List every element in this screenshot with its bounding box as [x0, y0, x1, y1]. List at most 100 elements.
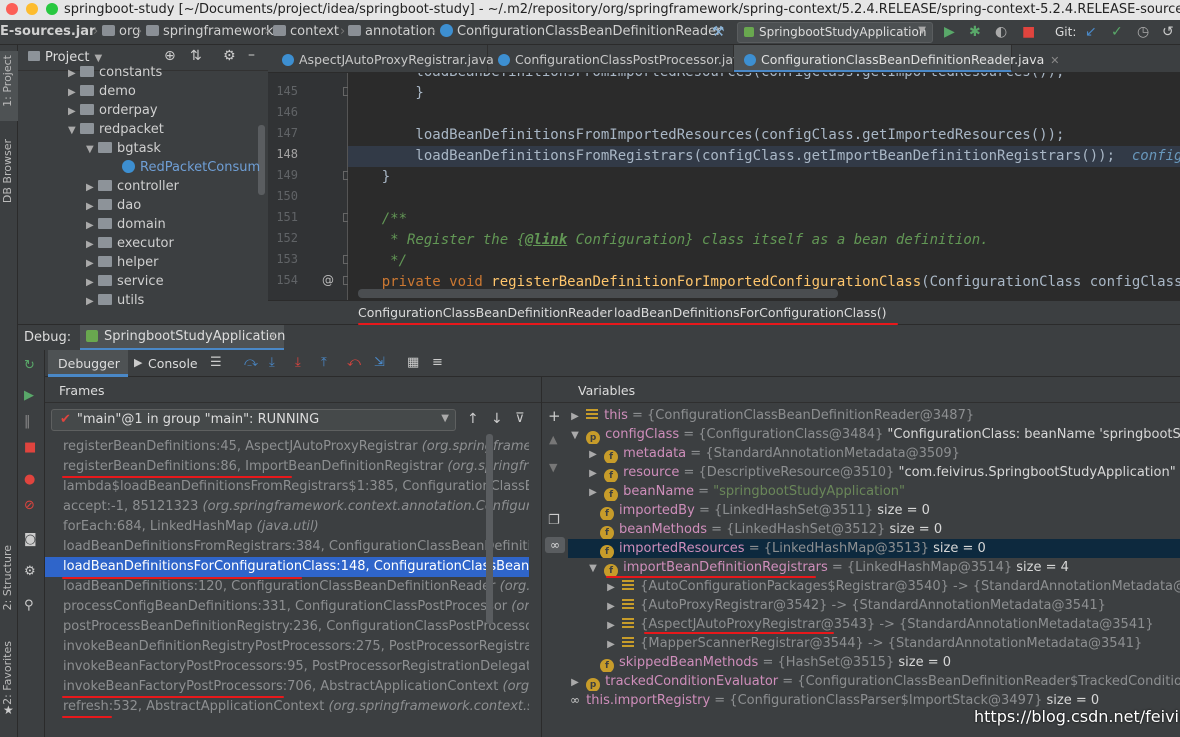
frame-row[interactable]: invokeBeanFactoryPostProcessors:706, Abs… — [45, 677, 529, 697]
git-commit-icon[interactable]: ✓ — [1111, 24, 1123, 40]
view-breakpoints-icon[interactable]: ● — [24, 472, 35, 487]
tree-item-redpacketconsum[interactable]: RedPacketConsum — [122, 160, 260, 179]
variable-row[interactable]: f importedBy = {LinkedHashSet@3511} size … — [568, 501, 1180, 520]
frame-row[interactable]: invokeBeanDefinitionRegistryPostProcesso… — [45, 637, 529, 657]
nav-crumb-springframework[interactable]: springframework — [146, 24, 273, 39]
step-into-icon[interactable]: ⤓ — [269, 355, 275, 370]
show-watches-toggle[interactable]: ∞ — [545, 537, 565, 553]
nav-crumb-class[interactable]: ConfigurationClassBeanDefinitionReader — [440, 24, 721, 39]
more-options-icon[interactable]: ≡ — [432, 355, 443, 370]
db-browser-tool-tab[interactable]: DB Browser — [1, 139, 14, 203]
project-panel-title[interactable]: Project — [45, 50, 89, 65]
frame-row[interactable]: loadBeanDefinitionsFromRegistrars:384, C… — [45, 537, 529, 557]
stop-icon[interactable]: ■ — [1022, 24, 1035, 40]
rerun-icon[interactable]: ↻ — [24, 358, 35, 373]
coverage-icon[interactable]: ◐ — [995, 24, 1007, 40]
frame-row[interactable]: forEach:684, LinkedHashMap (java.util) — [45, 517, 529, 537]
debug-bug-icon[interactable]: ✱ — [969, 24, 981, 40]
frame-row[interactable]: postProcessBeanDefinitionRegistry:236, C… — [45, 617, 529, 637]
variable-row[interactable]: ▶ f resource = {DescriptiveResource@3510}… — [568, 463, 1180, 482]
frame-row[interactable]: invokeBeanFactoryPostProcessors:95, Post… — [45, 657, 529, 677]
gear-icon[interactable]: ⚙ — [24, 564, 36, 579]
variable-row[interactable]: ▶ p trackedConditionEvaluator = {Configur… — [568, 672, 1180, 691]
mute-breakpoints-icon[interactable]: ⊘ — [24, 498, 35, 513]
variable-row[interactable]: ▼ p configClass = {ConfigurationClass@348… — [568, 425, 1180, 444]
variable-row[interactable]: ▶ {AutoProxyRegistrar@3542} -> {Standard… — [568, 596, 1180, 615]
run-icon[interactable]: ▶ — [944, 24, 955, 40]
git-update-icon[interactable]: ↙ — [1085, 24, 1097, 40]
drop-frame-icon[interactable]: ⤺ — [347, 355, 361, 370]
step-out-icon[interactable]: ⤒ — [321, 355, 327, 370]
scroll-down-icon[interactable]: ▼ — [549, 461, 557, 474]
frame-row[interactable]: registerBeanDefinitions:86, ImportBeanDe… — [45, 457, 529, 477]
debug-session-tab[interactable]: SpringbootStudyApplication ✕ — [80, 325, 285, 351]
frames-scrollbar[interactable] — [486, 434, 493, 624]
variable-row[interactable]: ▶ f metadata = {StandardAnnotationMetadat… — [568, 444, 1180, 463]
tree-item-bgtask[interactable]: ▼ bgtask — [86, 141, 161, 160]
frame-row[interactable]: registerBeanDefinitions:45, AspectJAutoP… — [45, 437, 529, 457]
frame-down-icon[interactable]: ↓ — [491, 411, 503, 427]
hide-panel-icon[interactable]: – — [248, 47, 255, 63]
breadcrumb-class[interactable]: ConfigurationClassBeanDefinitionReader — [358, 305, 612, 320]
editor-gutter[interactable]: 145 146 147 148 149 150 151 152 153 154 … — [268, 73, 351, 300]
menu-lines-icon[interactable]: ☰ — [210, 355, 222, 370]
tree-item-dao[interactable]: ▶ dao — [86, 198, 141, 217]
copy-icon[interactable]: ❐ — [548, 513, 560, 528]
tree-item-constants[interactable]: ▶ constants — [68, 65, 162, 84]
nav-crumb-org[interactable]: org — [102, 24, 140, 39]
frame-up-icon[interactable]: ↑ — [467, 411, 479, 427]
step-over-icon[interactable]: ⤼ — [244, 355, 258, 370]
variable-row-selected[interactable]: f importedResources = {LinkedHashMap@3513… — [568, 539, 1180, 558]
frame-row[interactable]: loadBeanDefinitions:120, ConfigurationCl… — [45, 577, 529, 597]
frame-row[interactable]: processConfigBeanDefinitions:331, Config… — [45, 597, 529, 617]
git-revert-icon[interactable]: ↺ — [1162, 24, 1174, 40]
tree-item-utils[interactable]: ▶ utils — [86, 293, 144, 312]
resume-icon[interactable]: ▶ — [24, 388, 34, 403]
variable-row[interactable]: ▼ f importBeanDefinitionRegistrars = {Lin… — [568, 558, 1180, 577]
tree-item-controller[interactable]: ▶ controller — [86, 179, 179, 198]
tree-item-service[interactable]: ▶ service — [86, 274, 164, 293]
camera-icon[interactable]: ◙ — [24, 532, 37, 547]
add-watch-icon[interactable]: + — [548, 407, 561, 425]
nav-crumb-context[interactable]: context — [273, 24, 339, 39]
tab-aspectjautoproxyregistrar[interactable]: AspectJAutoProxyRegistrar.java✕ — [272, 45, 509, 72]
gear-icon[interactable]: ⚙ — [223, 48, 236, 64]
tab-debugger[interactable]: Debugger — [48, 350, 128, 377]
nav-crumb-jar[interactable]: E-sources.jar — [0, 24, 95, 39]
variable-row[interactable]: f skippedBeanMethods = {HashSet@3515} siz… — [568, 653, 1180, 672]
tree-item-helper[interactable]: ▶ helper — [86, 255, 158, 274]
pause-icon[interactable]: ‖ — [24, 414, 31, 429]
frame-row-selected[interactable]: loadBeanDefinitionsForConfigurationClass… — [45, 557, 529, 577]
structure-tool-tab[interactable]: 2: Structure — [1, 545, 14, 610]
frame-row[interactable]: lambda$loadBeanDefinitionsFromRegistrars… — [45, 477, 529, 497]
zoom-window-button[interactable] — [46, 3, 58, 15]
tab-configurationclasspostprocessor[interactable]: ConfigurationClassPostProcessor.java✕ — [488, 45, 763, 72]
editor-horizontal-scrollbar[interactable] — [358, 289, 838, 298]
filter-icon[interactable]: ⊽ — [515, 411, 525, 426]
project-tool-tab[interactable]: 1: Project — [1, 55, 14, 107]
tab-console[interactable]: ▶ Console — [130, 350, 210, 377]
favorites-tool-tab[interactable]: 2: Favorites — [1, 641, 14, 705]
tree-item-executor[interactable]: ▶ executor — [86, 236, 174, 255]
frame-row[interactable]: accept:-1, 85121323 (org.springframework… — [45, 497, 529, 517]
breadcrumb-method[interactable]: loadBeanDefinitionsForConfigurationClass… — [614, 305, 887, 320]
tree-item-redpacket[interactable]: ▼ redpacket — [68, 122, 164, 141]
locate-target-icon[interactable]: ⊕ — [164, 48, 176, 64]
close-icon[interactable]: ✕ — [1050, 54, 1059, 67]
minimize-window-button[interactable] — [26, 3, 38, 15]
run-to-cursor-icon[interactable]: ⇲ — [374, 355, 385, 370]
close-icon[interactable]: ✕ — [268, 330, 277, 343]
variable-row[interactable]: ▶ {AutoConfigurationPackages$Registrar@3… — [568, 577, 1180, 596]
evaluate-table-icon[interactable]: ▦ — [407, 355, 419, 370]
tree-item-demo[interactable]: ▶ demo — [68, 84, 136, 103]
pin-icon[interactable]: ⚲ — [24, 598, 34, 613]
scroll-up-icon[interactable]: ▲ — [549, 433, 557, 446]
stop-icon[interactable]: ■ — [24, 440, 36, 455]
build-hammer-icon[interactable]: ⚒ — [712, 24, 725, 40]
frame-row[interactable]: refresh:532, AbstractApplicationContext … — [45, 697, 529, 717]
close-window-button[interactable] — [6, 3, 18, 15]
force-step-into-icon[interactable]: ⤓ — [295, 355, 301, 370]
override-marker-icon[interactable]: @ — [322, 273, 334, 287]
nav-crumb-annotation[interactable]: annotation — [348, 24, 435, 39]
variable-row[interactable]: ▶ this = {ConfigurationClassBeanDefiniti… — [568, 406, 1180, 425]
